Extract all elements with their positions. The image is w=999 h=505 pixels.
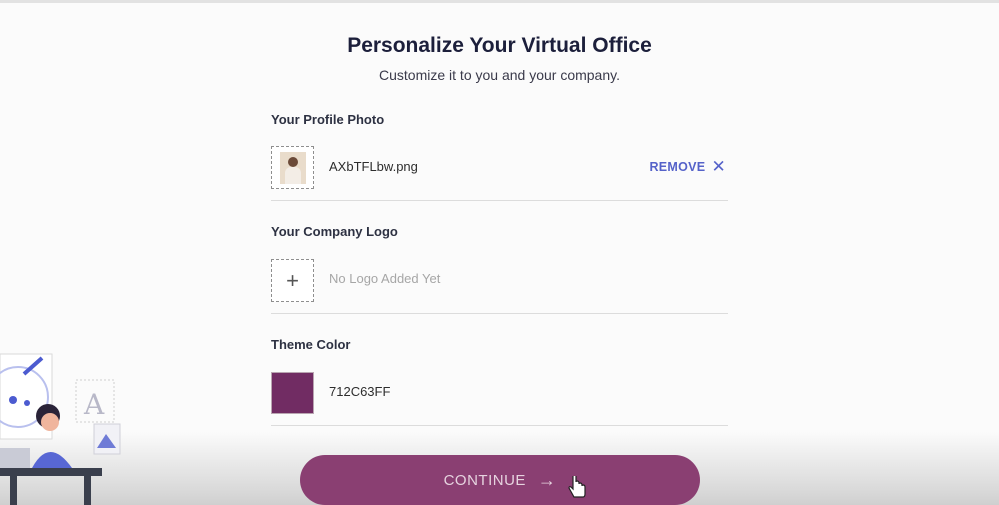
top-border — [0, 0, 999, 3]
profile-photo-thumbnail[interactable] — [271, 146, 314, 189]
hand-pointer-icon — [568, 476, 586, 498]
logo-placeholder: No Logo Added Yet — [329, 271, 441, 286]
svg-text:A: A — [83, 388, 105, 421]
arrow-right-icon: → — [537, 469, 557, 490]
plus-icon: + — [286, 267, 299, 293]
theme-color-label: Theme Color — [271, 337, 351, 352]
add-logo-button[interactable]: + — [271, 259, 314, 302]
company-logo-label: Your Company Logo — [271, 224, 398, 239]
theme-color-value[interactable]: 712C63FF — [329, 384, 390, 399]
continue-label: CONTINUE — [443, 471, 526, 489]
continue-button[interactable]: CONTINUE → — [300, 455, 700, 505]
divider — [271, 425, 728, 426]
profile-photo-filename: AXbTFLbw.png — [329, 159, 418, 174]
remove-label: REMOVE — [649, 159, 706, 174]
divider — [271, 200, 728, 201]
office-illustration: A — [0, 353, 121, 505]
page-title: Personalize Your Virtual Office — [347, 34, 652, 57]
page-subtitle: Customize it to you and your company. — [379, 67, 620, 83]
theme-color-swatch[interactable] — [271, 372, 314, 414]
remove-photo-button[interactable]: REMOVE ✕ — [649, 158, 726, 175]
profile-photo-image — [279, 151, 306, 184]
divider — [271, 313, 728, 314]
profile-photo-label: Your Profile Photo — [271, 112, 385, 127]
close-icon: ✕ — [711, 157, 726, 176]
